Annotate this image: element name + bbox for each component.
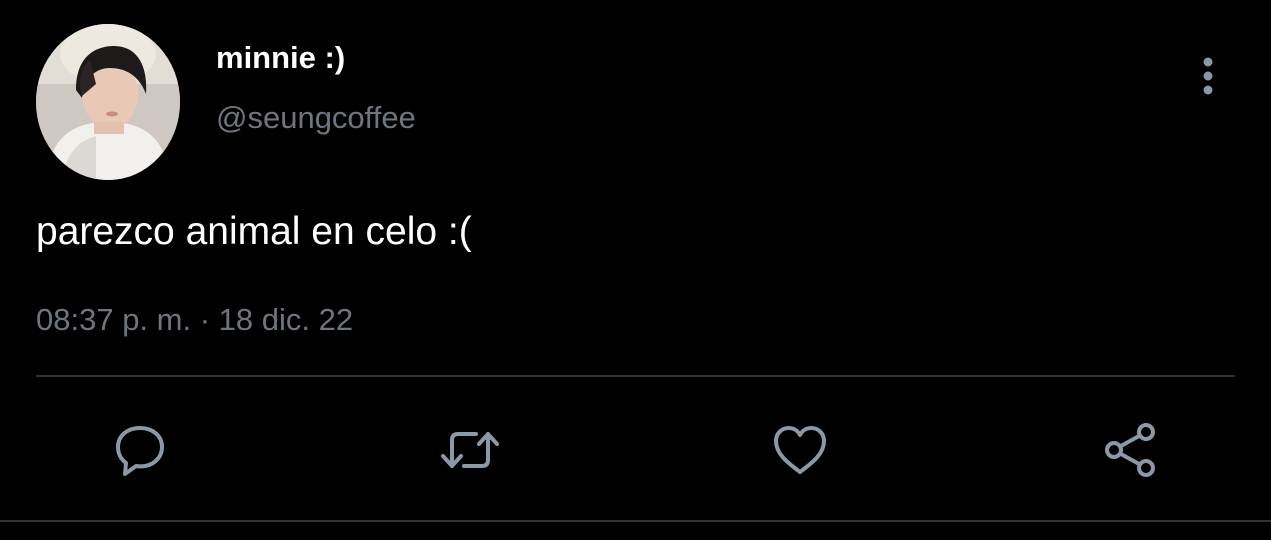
- heart-outline-icon: [774, 426, 826, 474]
- reply-button[interactable]: [108, 418, 172, 482]
- divider: [36, 375, 1235, 377]
- retweet-button[interactable]: [438, 418, 502, 482]
- bottom-divider: [0, 520, 1271, 522]
- more-options-button[interactable]: [1190, 54, 1226, 98]
- speech-bubble-icon: [116, 426, 164, 476]
- display-name[interactable]: minnie :): [216, 40, 345, 76]
- retweet-arrows-icon: [441, 432, 499, 468]
- avatar-photo: [36, 24, 180, 180]
- share-nodes-icon: [1105, 423, 1155, 477]
- share-button[interactable]: [1098, 418, 1162, 482]
- like-button[interactable]: [768, 418, 832, 482]
- tweet-timestamp: 08:37 p. m. · 18 dic. 22: [36, 302, 353, 338]
- meta-separator: ·: [199, 302, 211, 337]
- vertical-dots-icon: [1203, 57, 1213, 95]
- tweet-text: parezco animal en celo :(: [36, 210, 472, 253]
- user-handle[interactable]: @seungcoffee: [216, 100, 416, 136]
- tweet-date[interactable]: 18 dic. 22: [219, 302, 353, 337]
- tweet-time[interactable]: 08:37 p. m.: [36, 302, 191, 337]
- avatar[interactable]: [36, 24, 180, 180]
